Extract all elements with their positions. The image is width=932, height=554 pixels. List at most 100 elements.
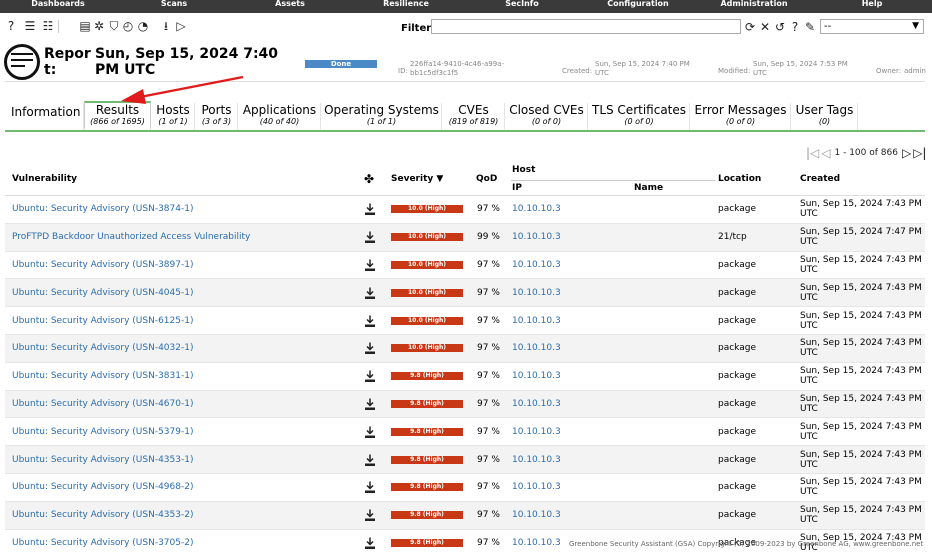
shield-icon[interactable]: ⛉ bbox=[108, 20, 120, 33]
download-delta-icon[interactable] bbox=[364, 397, 376, 410]
table-row[interactable]: Ubuntu: Security Advisory (USN-4032-1) 10… bbox=[5, 334, 925, 363]
help-icon[interactable]: ? bbox=[5, 20, 17, 33]
first-page-icon[interactable]: |◁ bbox=[806, 146, 819, 160]
vulnerability-link[interactable]: Ubuntu: Security Advisory (USN-3705-2) bbox=[12, 538, 193, 548]
help-icon[interactable]: ? bbox=[788, 20, 802, 34]
download-delta-icon[interactable] bbox=[364, 286, 376, 299]
created-value: Sun, Sep 15, 2024 7:43 PM UTC bbox=[800, 505, 922, 526]
tab-operating-systems[interactable]: Operating Systems (1 of 1) bbox=[322, 103, 442, 130]
download-delta-icon[interactable] bbox=[364, 203, 376, 216]
download-delta-icon[interactable] bbox=[364, 258, 376, 271]
download-icon[interactable]: ⭳ bbox=[160, 20, 172, 33]
tab-information[interactable]: Information bbox=[5, 103, 84, 130]
speed-icon[interactable]: ◴ bbox=[122, 20, 134, 33]
tab-applications[interactable]: Applications (40 of 40) bbox=[239, 103, 321, 130]
host-ip-link[interactable]: 10.10.10.3 bbox=[512, 316, 561, 326]
vulnerability-link[interactable]: Ubuntu: Security Advisory (USN-5379-1) bbox=[12, 427, 193, 437]
edit-icon[interactable]: ✎ bbox=[803, 20, 817, 34]
vulnerability-link[interactable]: Ubuntu: Security Advisory (USN-4045-1) bbox=[12, 288, 193, 298]
filter-input[interactable] bbox=[431, 19, 741, 34]
tab-ports[interactable]: Ports (3 of 3) bbox=[196, 103, 238, 130]
report-date: Sun, Sep 15, 2024 7:40 PM UTC bbox=[95, 46, 279, 78]
refresh-icon[interactable]: ⟳ bbox=[743, 20, 757, 34]
download-delta-icon[interactable] bbox=[364, 509, 376, 522]
menu-administration[interactable]: Administration bbox=[696, 0, 812, 8]
host-ip-link[interactable]: 10.10.10.3 bbox=[512, 371, 561, 381]
download-delta-icon[interactable] bbox=[364, 370, 376, 383]
secinfo-icon[interactable]: ◔ bbox=[137, 20, 149, 33]
list-icon[interactable]: ☰ bbox=[24, 20, 36, 33]
column-ip[interactable]: IP bbox=[512, 183, 522, 193]
download-delta-icon[interactable] bbox=[364, 231, 376, 244]
column-qod[interactable]: QoD bbox=[476, 174, 497, 184]
previous-page-icon[interactable]: ◁ bbox=[821, 146, 830, 160]
vulnerability-link[interactable]: Ubuntu: Security Advisory (USN-4032-1) bbox=[12, 343, 193, 353]
vulnerability-link[interactable]: Ubuntu: Security Advisory (USN-4353-1) bbox=[12, 455, 193, 465]
menu-configuration[interactable]: Configuration bbox=[580, 0, 696, 8]
tab-user-tags[interactable]: User Tags (0) bbox=[792, 103, 858, 130]
menu-scans[interactable]: Scans bbox=[116, 0, 232, 8]
host-ip-link[interactable]: 10.10.10.3 bbox=[512, 482, 561, 492]
column-created[interactable]: Created bbox=[800, 174, 840, 184]
tab-tls-certificates[interactable]: TLS Certificates (0 of 0) bbox=[589, 103, 690, 130]
menu-assets[interactable]: Assets bbox=[232, 0, 348, 8]
table-row[interactable]: Ubuntu: Security Advisory (USN-3831-1) 9.… bbox=[5, 363, 925, 391]
tab-hosts[interactable]: Hosts (1 of 1) bbox=[152, 103, 195, 130]
column-name[interactable]: Name bbox=[634, 183, 663, 193]
host-ip-link[interactable]: 10.10.10.3 bbox=[512, 510, 561, 520]
filter-select[interactable]: -- ▼ bbox=[820, 19, 924, 34]
host-ip-link[interactable]: 10.10.10.3 bbox=[512, 232, 561, 242]
list-indent-icon[interactable]: ☷ bbox=[42, 20, 54, 33]
vulnerability-link[interactable]: Ubuntu: Security Advisory (USN-4353-2) bbox=[12, 510, 193, 520]
column-location[interactable]: Location bbox=[718, 174, 761, 184]
vulnerability-link[interactable]: Ubuntu: Security Advisory (USN-4670-1) bbox=[12, 399, 193, 409]
table-row[interactable]: ProFTPD Backdoor Unauthorized Access Vul… bbox=[5, 223, 925, 252]
reset-icon[interactable]: ↺ bbox=[773, 20, 787, 34]
clear-icon[interactable]: ✕ bbox=[758, 20, 772, 34]
tab-error-messages[interactable]: Error Messages (0 of 0) bbox=[691, 103, 791, 130]
report-icon[interactable]: ▤ bbox=[79, 20, 91, 33]
vulnerability-link[interactable]: Ubuntu: Security Advisory (USN-4968-2) bbox=[12, 482, 193, 492]
download-delta-icon[interactable] bbox=[364, 342, 376, 355]
table-row[interactable]: Ubuntu: Security Advisory (USN-3874-1) 10… bbox=[5, 196, 925, 224]
table-row[interactable]: Ubuntu: Security Advisory (USN-5379-1) 9.… bbox=[5, 418, 925, 447]
download-delta-icon[interactable] bbox=[364, 314, 376, 327]
tab-closed-cves[interactable]: Closed CVEs (0 of 0) bbox=[506, 103, 588, 130]
menu-dashboards[interactable]: Dashboards bbox=[0, 0, 116, 8]
host-ip-link[interactable]: 10.10.10.3 bbox=[512, 204, 561, 214]
download-delta-icon[interactable] bbox=[364, 536, 376, 549]
vulnerability-link[interactable]: Ubuntu: Security Advisory (USN-3874-1) bbox=[12, 204, 193, 214]
table-row[interactable]: Ubuntu: Security Advisory (USN-3897-1) 10… bbox=[5, 252, 925, 280]
table-row[interactable]: Ubuntu: Security Advisory (USN-4353-2) 9.… bbox=[5, 501, 925, 530]
vulnerability-link[interactable]: ProFTPD Backdoor Unauthorized Access Vul… bbox=[12, 232, 250, 242]
vulnerability-link[interactable]: Ubuntu: Security Advisory (USN-3831-1) bbox=[12, 371, 193, 381]
host-ip-link[interactable]: 10.10.10.3 bbox=[512, 538, 561, 548]
host-ip-link[interactable]: 10.10.10.3 bbox=[512, 343, 561, 353]
menu-resilience[interactable]: Resilience bbox=[348, 0, 464, 8]
host-ip-link[interactable]: 10.10.10.3 bbox=[512, 288, 561, 298]
host-ip-link[interactable]: 10.10.10.3 bbox=[512, 455, 561, 465]
table-row[interactable]: Ubuntu: Security Advisory (USN-4968-2) 9.… bbox=[5, 474, 925, 502]
table-row[interactable]: Ubuntu: Security Advisory (USN-4353-1) 9.… bbox=[5, 446, 925, 474]
host-ip-link[interactable]: 10.10.10.3 bbox=[512, 399, 561, 409]
play-icon[interactable]: ▷ bbox=[175, 20, 187, 33]
bug-icon[interactable]: ✲ bbox=[93, 20, 105, 33]
download-delta-icon[interactable] bbox=[364, 481, 376, 494]
host-ip-link[interactable]: 10.10.10.3 bbox=[512, 427, 561, 437]
table-row[interactable]: Ubuntu: Security Advisory (USN-4045-1) 10… bbox=[5, 279, 925, 308]
download-delta-icon[interactable] bbox=[364, 425, 376, 438]
table-row[interactable]: Ubuntu: Security Advisory (USN-4670-1) 9.… bbox=[5, 390, 925, 419]
vulnerability-link[interactable]: Ubuntu: Security Advisory (USN-3897-1) bbox=[12, 260, 193, 270]
tab-cves[interactable]: CVEs (819 of 819) bbox=[443, 103, 505, 130]
vulnerability-link[interactable]: Ubuntu: Security Advisory (USN-6125-1) bbox=[12, 316, 193, 326]
menu-secinfo[interactable]: SecInfo bbox=[464, 0, 580, 8]
host-ip-link[interactable]: 10.10.10.3 bbox=[512, 260, 561, 270]
download-delta-icon[interactable] bbox=[364, 453, 376, 466]
last-page-icon[interactable]: ▷| bbox=[913, 146, 926, 160]
menu-help[interactable]: Help bbox=[812, 0, 932, 8]
column-severity[interactable]: Severity ▼ bbox=[391, 174, 443, 184]
table-row[interactable]: Ubuntu: Security Advisory (USN-6125-1) 10… bbox=[5, 307, 925, 335]
column-vulnerability[interactable]: Vulnerability bbox=[12, 174, 77, 184]
tab-results[interactable]: Results (866 of 1695) bbox=[84, 101, 151, 130]
next-page-icon[interactable]: ▷ bbox=[902, 146, 911, 160]
